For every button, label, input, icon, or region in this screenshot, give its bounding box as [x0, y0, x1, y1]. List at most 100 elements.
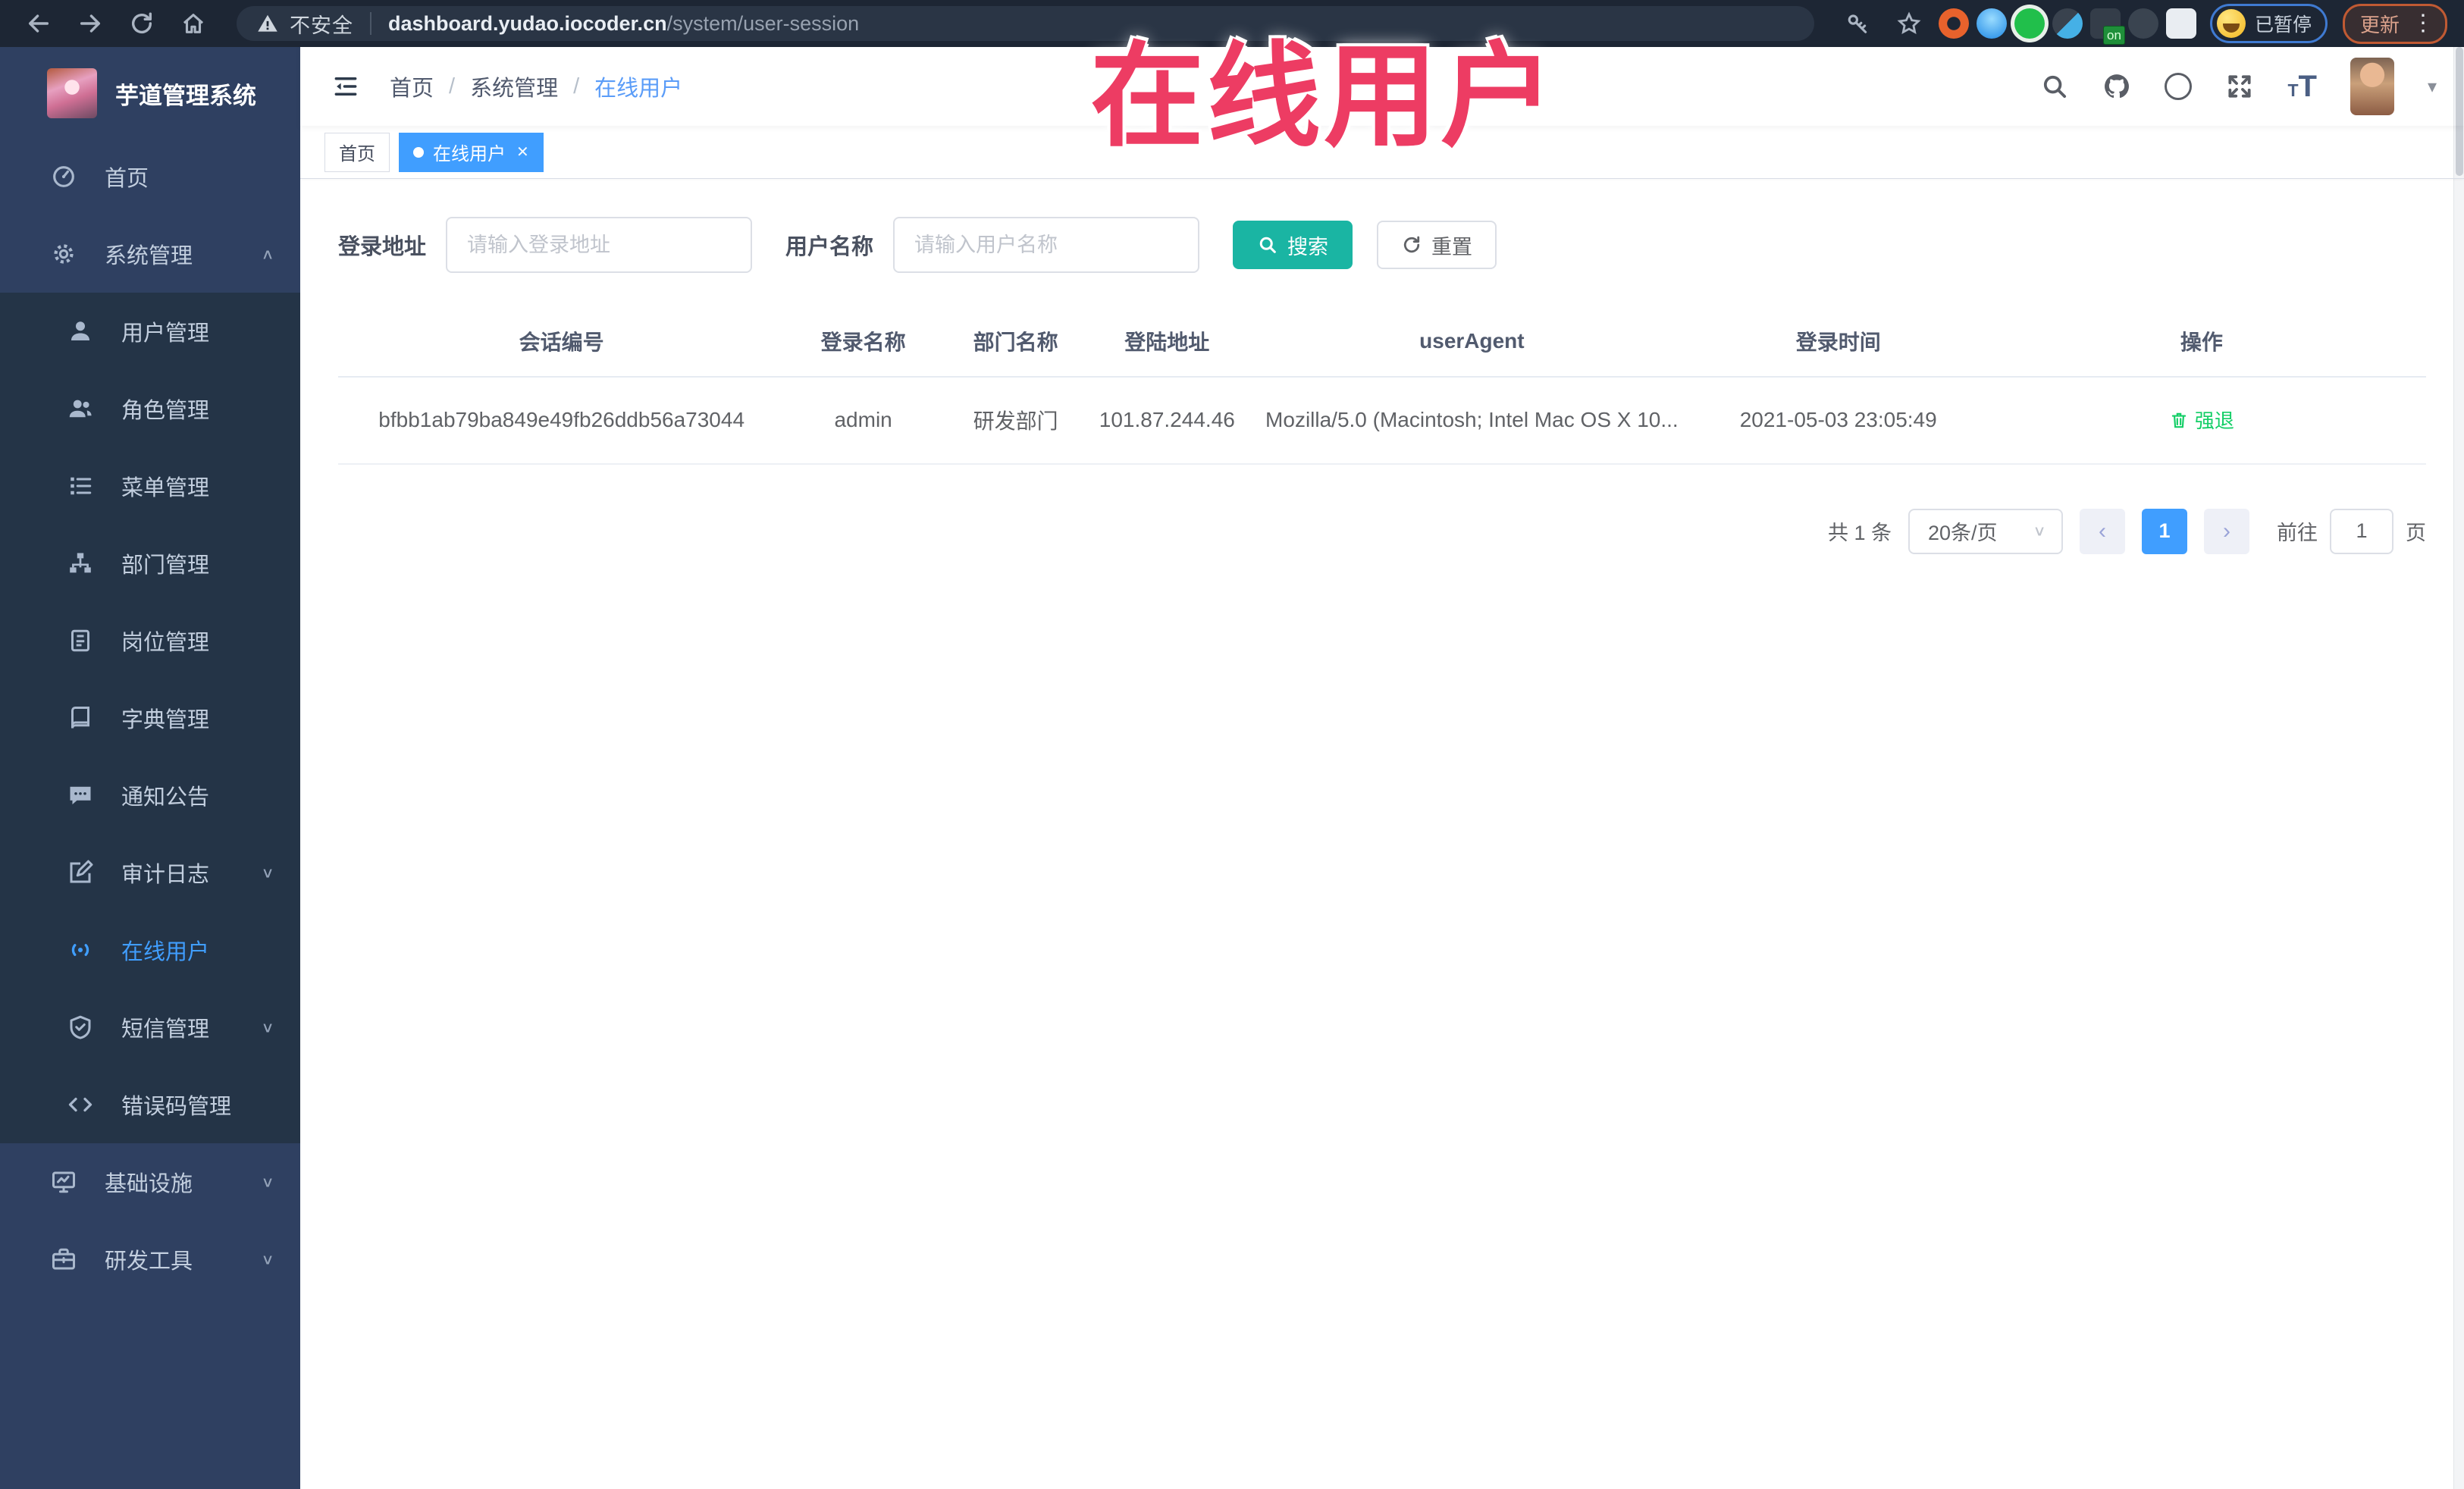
toolbox-icon — [50, 1246, 77, 1273]
extensions-puzzle-icon[interactable] — [2165, 8, 2196, 39]
sidebar-item-user-mgmt[interactable]: 用户管理 — [0, 293, 300, 370]
force-logout-label: 强退 — [2194, 409, 2234, 433]
url-text: dashboard.yudao.iocoder.cn/system/user-s… — [388, 12, 859, 36]
app-navbar: 首页 / 系统管理 / 在线用户 T T ▾ — [300, 47, 2464, 126]
extension-icon-orange[interactable] — [1938, 8, 1969, 39]
avatar[interactable] — [2350, 58, 2394, 115]
sidebar-item-label: 审计日志 — [121, 863, 210, 887]
extension-icon-scope[interactable] — [2127, 8, 2158, 39]
extension-icon-drop[interactable] — [1976, 8, 2007, 39]
chevron-down-icon: ∨ — [261, 1251, 274, 1268]
col-login-time: 登录时间 — [1699, 306, 1977, 378]
sidebar-fold-icon[interactable] — [328, 68, 364, 105]
page-1-button[interactable]: 1 — [2142, 508, 2187, 554]
prev-page-button[interactable]: ‹ — [2080, 508, 2125, 554]
sidebar-item-notice[interactable]: 通知公告 — [0, 757, 300, 834]
sidebar-item-dev-tools[interactable]: 研发工具 ∨ — [0, 1221, 300, 1298]
breadcrumb-separator: / — [573, 74, 580, 99]
force-logout-button[interactable]: 强退 — [2169, 406, 2234, 434]
browser-update-button[interactable]: 更新 ⋮ — [2342, 3, 2447, 44]
login-address-label: 登录地址 — [338, 235, 427, 259]
pagination-total: 共 1 条 — [1827, 522, 1892, 545]
cell-login-time: 2021-05-03 23:05:49 — [1699, 377, 1977, 465]
table-header-row: 会话编号 登录名称 部门名称 登陆地址 userAgent 登录时间 操作 — [338, 306, 2426, 378]
sidebar-item-label: 角色管理 — [121, 399, 210, 423]
help-icon[interactable] — [2165, 73, 2193, 100]
breadcrumb-home[interactable]: 首页 — [390, 71, 434, 102]
book-icon — [67, 704, 94, 732]
active-dot — [413, 146, 424, 158]
chevron-down-icon: ∨ — [261, 1174, 274, 1190]
security-label: 不安全 — [290, 14, 353, 37]
col-ip: 登陆地址 — [1089, 306, 1245, 378]
sidebar-item-label: 基础设施 — [105, 1172, 193, 1196]
search-icon[interactable] — [2040, 72, 2069, 101]
sidebar-logo-row[interactable]: 芋道管理系统 — [0, 47, 300, 138]
login-address-input[interactable] — [446, 217, 753, 273]
goto-page-input[interactable] — [2330, 508, 2393, 554]
extension-on-badge: on — [2103, 26, 2125, 45]
sidebar-item-home[interactable]: 首页 — [0, 138, 300, 215]
sidebar-item-online-users[interactable]: 在线用户 — [0, 911, 300, 989]
search-button[interactable]: 搜索 — [1233, 221, 1353, 269]
tag-online-users[interactable]: 在线用户 ✕ — [399, 132, 544, 172]
sidebar-item-label: 在线用户 — [121, 940, 210, 964]
goto-label: 前往 — [2277, 522, 2318, 545]
sidebar-item-audit-log[interactable]: 审计日志 ∨ — [0, 834, 300, 911]
cell-dept: 研发部门 — [941, 377, 1090, 465]
screen: 不安全 dashboard.yudao.iocoder.cn/system/us… — [0, 0, 2464, 1489]
tag-label: 在线用户 — [433, 144, 506, 165]
sidebar: 芋道管理系统 首页 系统管理 ∧ 用户管理 角色管理 菜单管理 部门管理 岗位管… — [0, 47, 300, 1489]
sidebar-menu: 首页 系统管理 ∧ 用户管理 角色管理 菜单管理 部门管理 岗位管理 字典管理 … — [0, 138, 300, 1489]
extension-icon-v[interactable] — [2014, 8, 2045, 39]
home-icon[interactable] — [171, 6, 215, 41]
github-icon[interactable] — [2102, 72, 2131, 101]
avatar-caret-icon[interactable]: ▾ — [2428, 76, 2437, 98]
breadcrumb-system[interactable]: 系统管理 — [470, 71, 558, 102]
close-icon[interactable]: ✕ — [516, 143, 529, 161]
sidebar-item-sms-mgmt[interactable]: 短信管理 ∨ — [0, 989, 300, 1066]
col-user-agent: userAgent — [1244, 306, 1700, 378]
edit-icon — [67, 859, 94, 886]
sidebar-item-dept-mgmt[interactable]: 部门管理 — [0, 525, 300, 602]
forward-icon[interactable] — [68, 6, 112, 41]
address-bar[interactable]: 不安全 dashboard.yudao.iocoder.cn/system/us… — [237, 6, 1814, 41]
page-size-select[interactable]: 20条/页 ∨ — [1908, 508, 2063, 554]
sidebar-item-label: 部门管理 — [121, 553, 210, 578]
reset-button[interactable]: 重置 — [1377, 221, 1497, 269]
cell-ip: 101.87.244.46 — [1089, 377, 1245, 465]
font-size-icon[interactable] — [2287, 74, 2317, 99]
sidebar-item-system[interactable]: 系统管理 ∧ — [0, 215, 300, 293]
sidebar-item-infrastructure[interactable]: 基础设施 ∨ — [0, 1143, 300, 1221]
id-badge-icon — [67, 627, 94, 654]
bookmark-star-icon[interactable] — [1887, 6, 1931, 41]
next-page-button[interactable]: › — [2204, 508, 2249, 554]
username-input[interactable] — [893, 217, 1200, 273]
chevron-down-icon: ∨ — [2033, 522, 2046, 540]
question-glyph — [2165, 73, 2193, 100]
breadcrumb-current: 在线用户 — [594, 77, 683, 101]
sidebar-item-menu-mgmt[interactable]: 菜单管理 — [0, 447, 300, 525]
message-icon — [67, 782, 94, 809]
tag-home[interactable]: 首页 — [324, 132, 390, 172]
filter-form: 登录地址 用户名称 搜索 重置 — [338, 217, 2426, 273]
sidebar-item-role-mgmt[interactable]: 角色管理 — [0, 370, 300, 447]
fullscreen-icon[interactable] — [2225, 72, 2254, 101]
back-icon[interactable] — [17, 6, 61, 41]
page-scrollbar[interactable] — [2453, 47, 2464, 1489]
sidebar-item-error-code[interactable]: 错误码管理 — [0, 1066, 300, 1143]
sidebar-item-dict-mgmt[interactable]: 字典管理 — [0, 679, 300, 757]
update-label: 更新 — [2359, 13, 2400, 36]
browser-menu-icon[interactable]: ⋮ — [2412, 12, 2434, 35]
sidebar-item-label: 岗位管理 — [121, 631, 210, 655]
sidebar-item-label: 系统管理 — [105, 244, 193, 268]
sidebar-item-post-mgmt[interactable]: 岗位管理 — [0, 602, 300, 679]
paused-extension-badge[interactable]: 已暂停 — [2209, 4, 2328, 43]
not-secure-warning-icon — [256, 12, 279, 35]
extension-icon-split[interactable] — [2052, 8, 2083, 39]
key-icon[interactable] — [1835, 6, 1879, 41]
reload-icon[interactable] — [120, 6, 164, 41]
page-content: 登录地址 用户名称 搜索 重置 — [300, 179, 2464, 1489]
app-logo — [47, 68, 97, 118]
extension-icon-switch[interactable]: on — [2089, 8, 2125, 45]
